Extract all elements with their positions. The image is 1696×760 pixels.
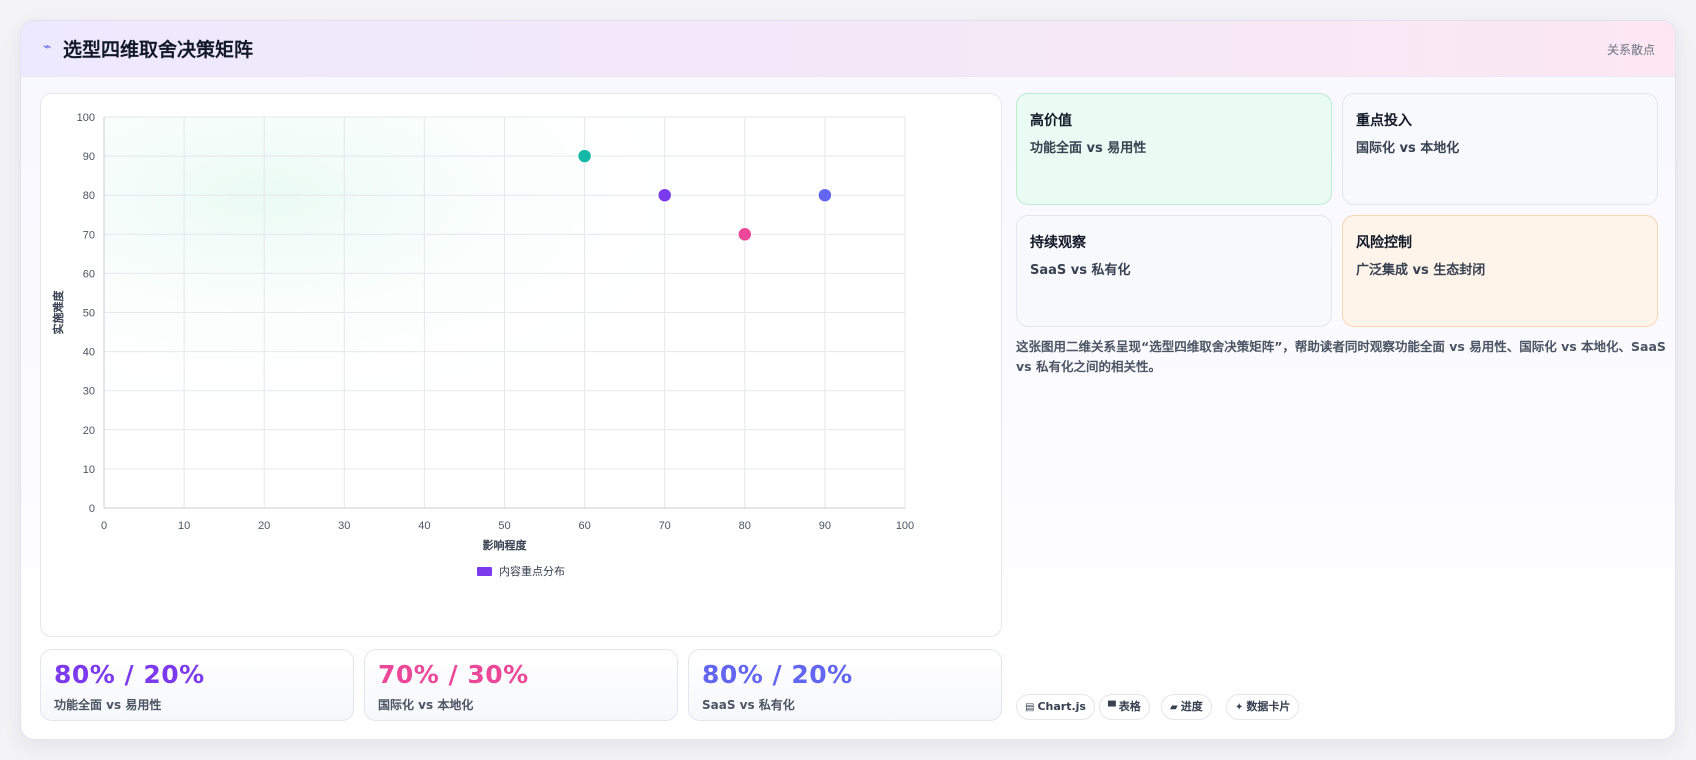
- x-tick-label: 60: [578, 520, 590, 532]
- progress-icon: ▰: [1170, 702, 1178, 713]
- x-tick-label: 50: [498, 520, 510, 532]
- stat-card: 70% / 30% 国际化 vs 本地化: [364, 649, 678, 721]
- stat-card: 80% / 20% 功能全面 vs 易用性: [40, 649, 354, 721]
- chart-type-tag: 关系散点: [1606, 43, 1655, 57]
- y-tick-label: 90: [83, 151, 95, 163]
- quadrant-title: 风险控制: [1356, 235, 1412, 251]
- stat-label: 国际化 vs 本地化: [378, 698, 474, 712]
- quadrant-title: 持续观察: [1030, 235, 1086, 251]
- x-tick-label: 40: [418, 520, 430, 532]
- chip-label: 表格: [1118, 700, 1141, 713]
- stat-value: 80% / 20%: [702, 660, 853, 689]
- y-tick-label: 10: [83, 464, 95, 476]
- x-tick-label: 100: [896, 520, 914, 532]
- quadrant-key-investment: 重点投入 国际化 vs 本地化: [1342, 93, 1658, 205]
- y-axis-label: 实施难度: [51, 290, 65, 335]
- x-tick-label: 90: [819, 520, 831, 532]
- quadrant-subtitle: 功能全面 vs 易用性: [1030, 141, 1147, 156]
- quadrant-subtitle: 广泛集成 vs 生态封闭: [1356, 263, 1486, 278]
- y-tick-label: 20: [83, 425, 95, 437]
- y-tick-label: 80: [83, 190, 95, 202]
- legend-label: 内容重点分布: [499, 564, 565, 578]
- y-tick-label: 40: [83, 347, 95, 359]
- chip-label: 数据卡片: [1246, 700, 1291, 713]
- data-point: [656, 187, 673, 203]
- quadrant-subtitle: SaaS vs 私有化: [1030, 263, 1131, 278]
- x-tick-label: 70: [659, 520, 671, 532]
- chart-icon: ▤: [1025, 702, 1035, 713]
- y-tick-label: 30: [83, 386, 95, 398]
- data-point: [737, 226, 753, 243]
- x-axis-label: 影响程度: [483, 538, 528, 552]
- stat-value: 70% / 30%: [378, 660, 529, 689]
- legend-swatch: [477, 567, 492, 576]
- y-tick-label: 70: [83, 229, 95, 241]
- table-icon: ▀: [1108, 702, 1116, 713]
- stat-label: 功能全面 vs 易用性: [54, 698, 162, 712]
- quadrant-watch: 持续观察 SaaS vs 私有化: [1016, 215, 1332, 327]
- quadrant-subtitle: 国际化 vs 本地化: [1356, 141, 1460, 156]
- quadrant-risk-control: 风险控制 广泛集成 vs 生态封闭: [1342, 215, 1658, 327]
- chart-description: 这张图用二维关系呈现“选型四维取舍决策矩阵”，帮助读者同时观察功能全面 vs 易…: [1016, 339, 1666, 374]
- data-point: [576, 148, 593, 164]
- stat-value: 80% / 20%: [54, 660, 205, 689]
- stat-label: SaaS vs 私有化: [702, 698, 795, 712]
- sparkle-icon: ✦: [1235, 702, 1244, 713]
- x-tick-label: 30: [338, 520, 350, 532]
- y-tick-label: 100: [77, 112, 95, 124]
- quadrant-title: 高价值: [1030, 113, 1072, 129]
- data-point: [817, 187, 833, 203]
- y-tick-label: 0: [89, 503, 95, 515]
- y-tick-label: 60: [83, 268, 95, 280]
- x-tick-label: 20: [258, 520, 270, 532]
- x-tick-label: 80: [739, 520, 751, 532]
- scatter-chart: 0 10 20 30 40 50 60 70 80 90 100 0 10 20 30 40 50 60 70 80 9…: [51, 112, 914, 578]
- quadrant-high-value: 高价值 功能全面 vs 易用性: [1016, 93, 1332, 205]
- chip-label: Chart.js: [1037, 700, 1086, 713]
- chip-label: 进度: [1180, 700, 1203, 713]
- scatter-chart-panel: 0 10 20 30 40 50 60 70 80 90 100 0 10 20 30 40 50 60 70 80 9…: [40, 93, 1002, 637]
- stat-card: 80% / 20% SaaS vs 私有化: [688, 649, 1002, 721]
- x-tick-label: 0: [101, 520, 107, 532]
- page-title: 选型四维取舍决策矩阵: [63, 39, 254, 61]
- y-tick-label: 50: [83, 308, 95, 320]
- chip-progress[interactable]: ▰ 进度: [1161, 694, 1212, 720]
- chip-table[interactable]: ▀ 表格: [1099, 694, 1150, 720]
- quadrant-title: 重点投入: [1356, 113, 1412, 129]
- card-header: ⌁ 选型四维取舍决策矩阵 关系散点: [21, 21, 1675, 77]
- x-tick-label: 10: [178, 520, 190, 532]
- matrix-card: ⌁ 选型四维取舍决策矩阵 关系散点 0 10 20 30 40 50 60 70 80 90 100…: [20, 20, 1676, 740]
- lightning-icon: ⌁: [43, 39, 52, 55]
- chip-chartjs[interactable]: ▤ Chart.js: [1016, 694, 1095, 720]
- chip-data-card[interactable]: ✦ 数据卡片: [1226, 694, 1300, 720]
